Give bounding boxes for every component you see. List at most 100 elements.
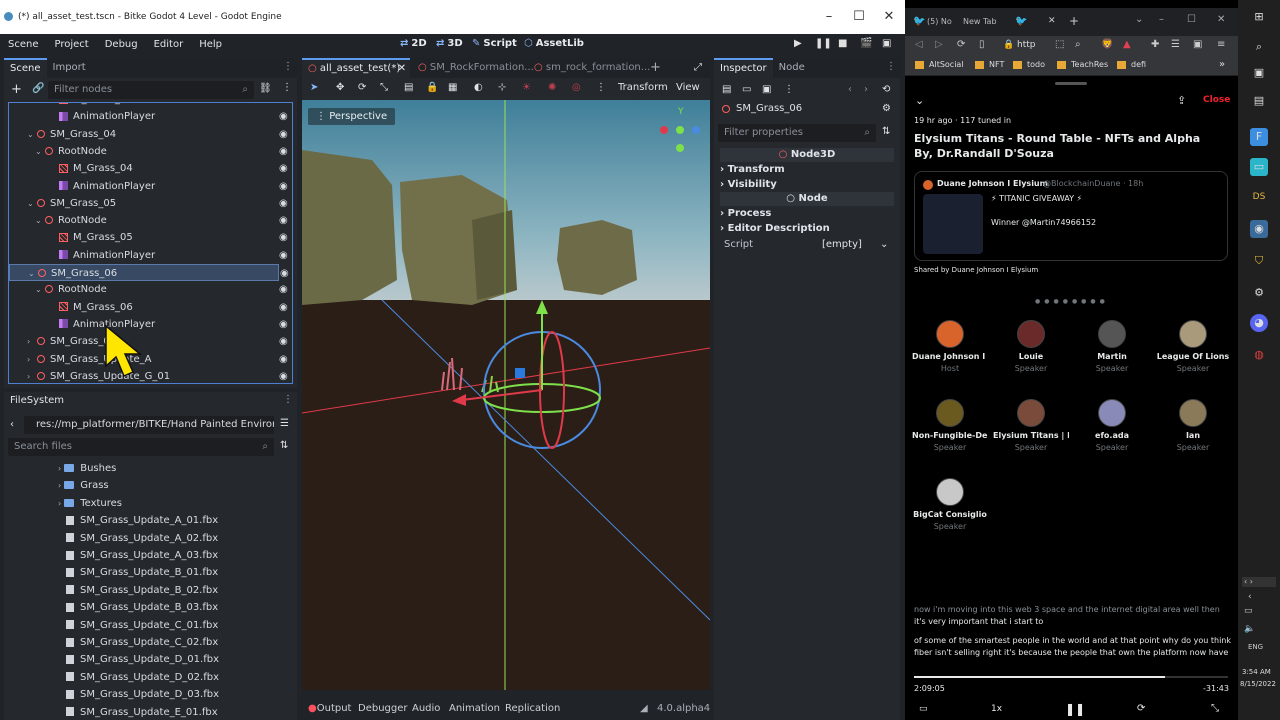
visibility-eye-icon[interactable]: ◉ [279, 178, 288, 195]
expand-arrow-icon[interactable]: › [58, 464, 61, 473]
toggle-split-icon[interactable]: ☰ [280, 418, 289, 429]
bookmark-teachres[interactable]: TeachRes [1071, 60, 1108, 69]
open-resource-icon[interactable]: ▭ [742, 84, 751, 95]
sort-icon[interactable]: ⇅ [280, 440, 288, 451]
expand-arrow-icon[interactable]: › [58, 499, 61, 508]
script-dropdown-icon[interactable]: ⌄ [880, 239, 888, 250]
visibility-eye-icon[interactable]: ◉ [279, 160, 288, 177]
reload-icon[interactable]: ⟳ [957, 39, 965, 50]
view-menu[interactable]: View [676, 82, 700, 93]
tree-node[interactable]: ⌄ SM_Grass_04 ◉ [9, 126, 288, 143]
file-explorer-icon[interactable]: ▤ [1250, 92, 1268, 110]
bookmark-todo[interactable]: todo [1027, 60, 1045, 69]
folder-item[interactable]: › Bushes [58, 460, 116, 477]
menu-editor[interactable]: Editor [146, 39, 192, 50]
visibility-eye-icon[interactable]: ◉ [279, 368, 288, 383]
file-item[interactable]: SM_Grass_Update_A_02.fbx [66, 530, 218, 547]
back-icon[interactable]: ◁ [915, 39, 923, 50]
close-icon[interactable]: ✕ [874, 0, 904, 34]
add-tab-icon[interactable]: + [650, 58, 661, 78]
search-files-input[interactable]: Search files ⌕ [8, 438, 274, 456]
back-icon[interactable]: ‹ [10, 419, 14, 430]
path-field[interactable]: res://mp_platformer/BITKE/Hand Painted E… [24, 416, 274, 434]
tab-all-asset-test[interactable]: ○ all_asset_test(*) ✕ [302, 58, 410, 78]
tree-node[interactable]: AnimationPlayer ◉ [9, 178, 288, 195]
menu-project[interactable]: Project [47, 39, 97, 50]
expand-arrow-icon[interactable]: › [27, 368, 37, 383]
visibility-eye-icon[interactable]: ◉ [279, 195, 288, 212]
globe-icon[interactable]: ◎ [572, 82, 581, 93]
resource-menu-icon[interactable]: ⋮ [784, 84, 794, 95]
scale-tool-icon[interactable]: ⤡ [380, 82, 388, 93]
menu-scene[interactable]: Scene [0, 39, 47, 50]
add-node-icon[interactable]: + [11, 82, 22, 97]
tab-audio[interactable]: Audio [412, 698, 440, 720]
visibility-eye-icon[interactable]: ◉ [280, 265, 289, 282]
clock-date[interactable]: 8/15/2022 [1240, 680, 1276, 688]
file-item[interactable]: SM_Grass_Update_A_01.fbx [66, 512, 218, 529]
tab-node[interactable]: Node [773, 58, 811, 78]
file-item[interactable]: SM_Grass_Update_C_01.fbx [66, 617, 218, 634]
pinned-tweet[interactable]: Duane Johnson I Elysium @BlockchainDuane… [914, 171, 1228, 261]
expand-arrow-icon[interactable]: ⌄ [35, 143, 45, 160]
speaker-card[interactable]: Duane Johnson I ... Host [912, 320, 988, 373]
tab-rock-formation[interactable]: ○ SM_RockFormation... [418, 58, 534, 78]
link-icon[interactable]: 🔗 [32, 83, 44, 94]
object-menu-icon[interactable]: ⚙ [882, 103, 891, 114]
skip-forward-icon[interactable]: ⟳ [1137, 703, 1145, 714]
tab-scene[interactable]: Scene [4, 58, 47, 78]
tab-replication[interactable]: Replication [505, 698, 560, 720]
speaker-card[interactable]: League Of Lions Speaker [1155, 320, 1231, 373]
windows-start-icon[interactable]: ⊞ [1250, 8, 1268, 26]
visibility-eye-icon[interactable]: ◉ [279, 333, 288, 350]
move-tool-icon[interactable]: ✥ [336, 82, 344, 93]
clock-time[interactable]: 3:54 AM [1242, 668, 1271, 676]
tab-search-icon[interactable]: ⌄ [1135, 14, 1143, 25]
file-item[interactable]: SM_Grass_Update_E_01.fbx [66, 704, 218, 720]
visibility-eye-icon[interactable]: ◉ [279, 212, 288, 229]
expand-arrow-icon[interactable]: ⌄ [35, 281, 45, 298]
share-icon[interactable]: ⇪ [1177, 94, 1186, 107]
gear-icon[interactable]: ⚙ [1250, 284, 1268, 302]
rotate-tool-icon[interactable]: ⟳ [358, 82, 366, 93]
mode-script-button[interactable]: ✎ Script [472, 34, 517, 54]
speaker-card[interactable]: Non-Fungible-De... Speaker [912, 399, 988, 452]
section-visibility[interactable]: › Visibility [720, 178, 894, 192]
captions-icon[interactable]: ▭ [919, 704, 928, 714]
close-icon[interactable]: ✕ [1217, 14, 1225, 25]
menu-help[interactable]: Help [191, 39, 230, 50]
folder-item[interactable]: › Textures [58, 495, 122, 512]
forward-icon[interactable]: ▷ [935, 39, 943, 50]
close-tab-icon[interactable]: ✕ [398, 60, 406, 78]
history-icon[interactable]: ⟲ [882, 84, 890, 95]
script-value[interactable]: [empty] [822, 239, 862, 250]
filter-properties-input[interactable]: Filter properties ⌕ [718, 124, 876, 142]
file-item[interactable]: SM_Grass_Update_B_01.fbx [66, 564, 218, 581]
play-custom-icon[interactable]: ▣ [882, 34, 891, 54]
maximize-icon[interactable]: ☐ [844, 0, 874, 34]
file-item[interactable]: SM_Grass_Update_A_03.fbx [66, 547, 218, 564]
lock-icon[interactable]: 🔒 [426, 82, 438, 93]
carousel-dots[interactable]: ●●●●●●●● [1035, 298, 1109, 305]
tab-rock-formation-2[interactable]: ○ sm_rock_formation... [534, 58, 650, 78]
visibility-eye-icon[interactable]: ◉ [279, 229, 288, 246]
visibility-eye-icon[interactable]: ◉ [279, 143, 288, 160]
file-item[interactable]: SM_Grass_Update_D_02.fbx [66, 669, 219, 686]
group-icon[interactable]: ▦ [448, 82, 457, 93]
tree-node[interactable]: ⌄ RootNode ◉ [9, 212, 288, 229]
tab-output[interactable]: ●Output [308, 698, 351, 720]
minimize-icon[interactable]: – [1159, 14, 1164, 25]
expand-arrow-icon[interactable]: ⌄ [35, 212, 45, 229]
menu-debug[interactable]: Debug [97, 39, 146, 50]
tray-chevron-icon[interactable]: ‹ [1248, 592, 1252, 602]
visibility-eye-icon[interactable]: ◉ [279, 281, 288, 298]
godot-taskbar-icon[interactable]: ◉ [1250, 220, 1268, 238]
file-item[interactable]: SM_Grass_Update_B_02.fbx [66, 582, 218, 599]
record-icon[interactable]: ◍ [1250, 346, 1268, 364]
minimize-icon[interactable]: – [814, 0, 844, 34]
new-resource-icon[interactable]: ▤ [722, 84, 731, 95]
viewport-3d[interactable]: Y ⋮ Perspective [302, 100, 710, 690]
section-editor-description[interactable]: › Editor Description [720, 222, 894, 236]
bookmark-icon[interactable]: ▯ [979, 39, 985, 50]
property-options-icon[interactable]: ⇅ [882, 126, 890, 137]
